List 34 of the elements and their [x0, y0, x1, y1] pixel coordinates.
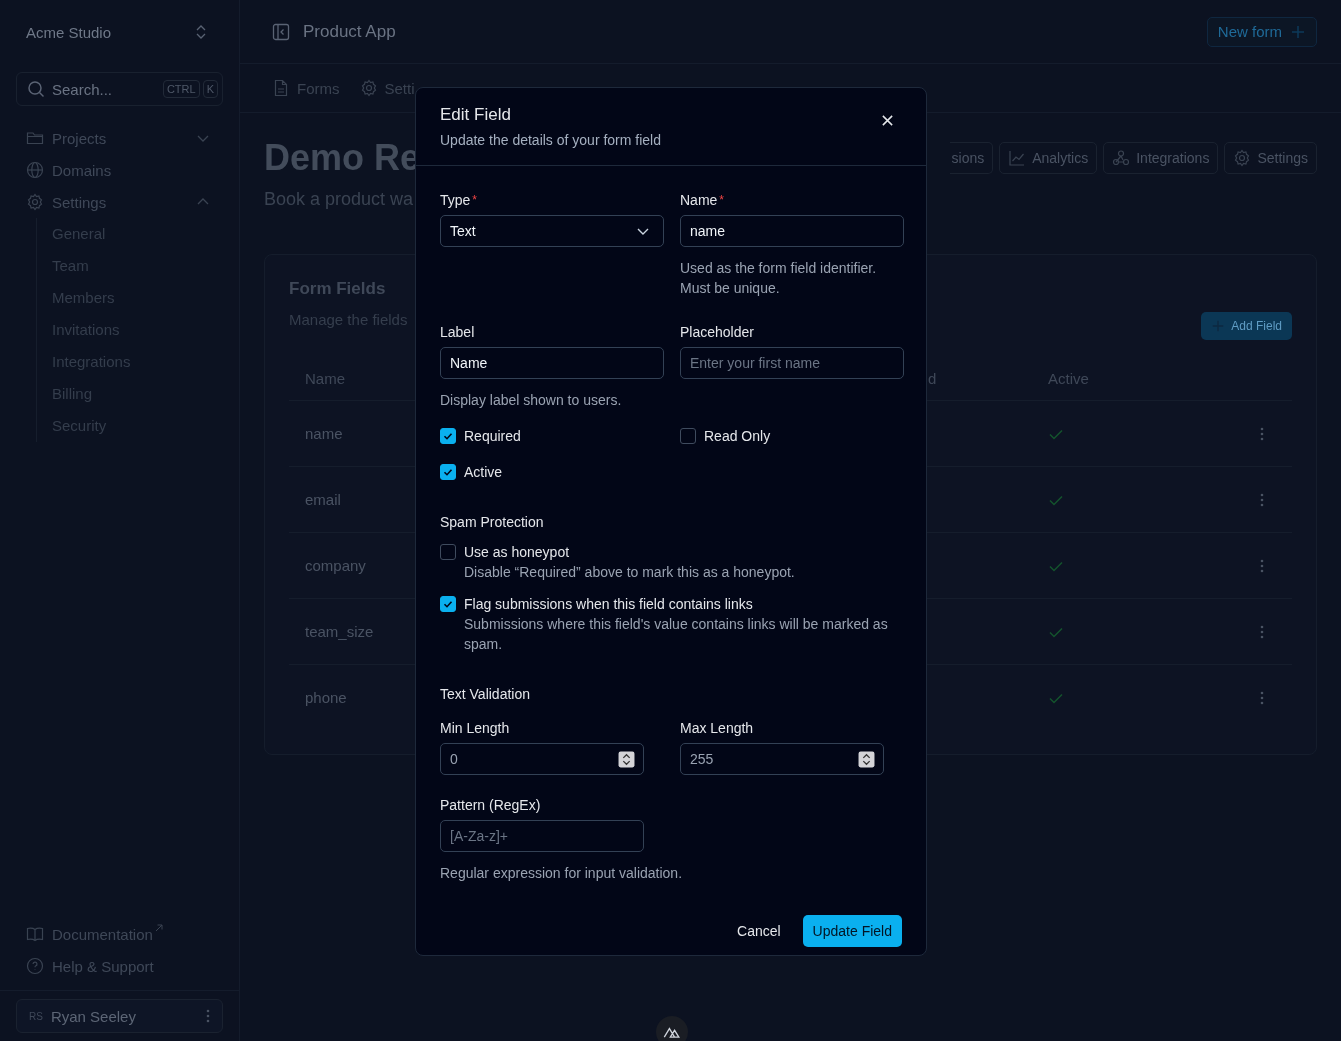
table-cell-text: name [304, 425, 343, 442]
field-label: Name* [680, 191, 725, 210]
table-cell-text: company [304, 557, 366, 574]
field-hint: Display label shown to users. [440, 391, 622, 410]
checkbox-label: Read Only [704, 427, 771, 446]
shortcut-key: CTRL [162, 80, 200, 98]
checkbox-label: Use as honeypot [464, 543, 571, 562]
section-heading: Spam Protection [440, 514, 545, 530]
dialog-title: Edit Field [440, 104, 512, 126]
app-title: Product App [303, 21, 397, 42]
table-cell-text: phone [304, 689, 347, 706]
table-cell-text: team_size [304, 623, 374, 640]
dialog-subtitle: Update the details of your form field [440, 132, 661, 148]
table-cell-text: email [304, 491, 341, 508]
field-hint: Used as the form field identifier. Must be unique. [680, 259, 878, 298]
field-label: Label [440, 323, 475, 342]
field-label: Pattern (RegEx) [440, 796, 541, 815]
field-label: Placeholder [680, 323, 754, 342]
checkbox-description: Submissions where this field's value contains links will be marked as spam. [464, 615, 889, 654]
section-heading: Text Validation [440, 686, 531, 702]
checkbox-label: Flag submissions when this field contains links [464, 595, 754, 614]
workspace-name: Acme Studio [26, 23, 112, 41]
field-hint: Regular expression for input validation. [440, 864, 684, 883]
required-asterisk: * [472, 193, 478, 207]
search-placeholder: Search... [52, 80, 114, 98]
required-asterisk: * [719, 193, 725, 207]
checkbox-label: Required [464, 427, 521, 446]
field-label: Type* [440, 191, 478, 210]
shortcut-key: K [202, 80, 218, 98]
field-label: Min Length [440, 719, 510, 738]
user-name: Ryan Seeley [50, 1007, 137, 1025]
checkbox-description: Disable “Required” above to mark this as a honeypot. [464, 563, 795, 582]
checkbox-label: Active [464, 463, 503, 482]
field-label: Max Length [680, 719, 754, 738]
